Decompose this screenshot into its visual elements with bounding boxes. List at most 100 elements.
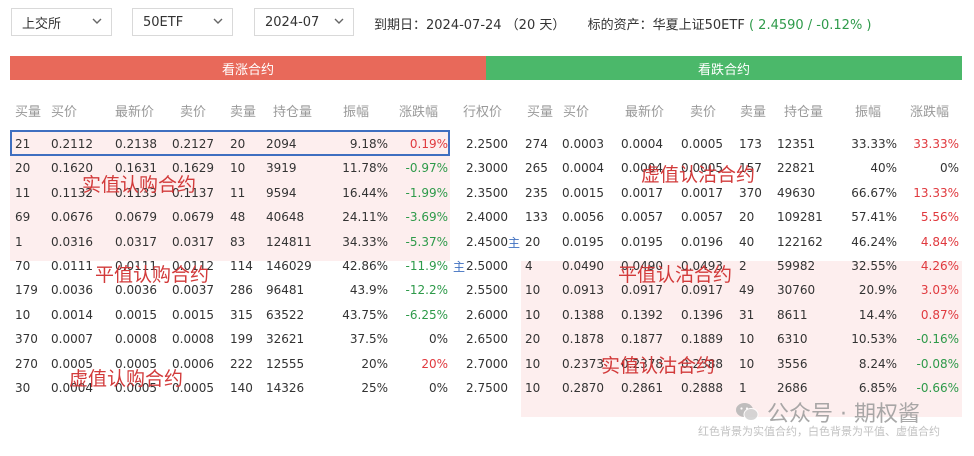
put-cell: 5.56% bbox=[920, 210, 959, 225]
put-cell: -0.16% bbox=[916, 332, 959, 347]
put-cell: 20 bbox=[525, 332, 541, 347]
put-cell: 173 bbox=[739, 137, 762, 151]
call-cell: 11.78% bbox=[342, 161, 388, 176]
call-cell: 96481 bbox=[266, 283, 305, 298]
call-cell: 70 bbox=[15, 259, 31, 273]
put-cell: 274 bbox=[525, 137, 548, 151]
put-cell: 0.0490 bbox=[562, 259, 604, 273]
call-cell: 69 bbox=[15, 210, 31, 225]
table-row[interactable]: 1 0.0316 0.0317 0.0317 83 124811 34.33% -5.37% 2… bbox=[0, 230, 974, 254]
call-header-5: 持仓量 bbox=[273, 105, 313, 120]
call-cell: 0.0006 bbox=[172, 356, 214, 371]
put-cell: 57.41% bbox=[851, 210, 897, 225]
put-cell: 6310 bbox=[777, 332, 808, 347]
put-cell: 4 bbox=[525, 259, 533, 273]
put-cell: 10 bbox=[525, 356, 541, 371]
put-cell: 122162 bbox=[777, 234, 823, 249]
call-cell: 12555 bbox=[266, 356, 305, 371]
strike-cell: 2.6000 bbox=[466, 307, 508, 322]
table-row[interactable]: 179 0.0036 0.0036 0.0037 286 96481 43.9% -12.2%… bbox=[0, 278, 974, 302]
call-cell: 0.0005 bbox=[172, 381, 214, 395]
call-cell: 0.1629 bbox=[172, 161, 214, 176]
exchange-value: 上交所 bbox=[22, 16, 62, 32]
put-tab[interactable]: 看跌合约 bbox=[486, 56, 962, 80]
product-select[interactable]: 50ETF bbox=[132, 8, 233, 36]
put-cell: 370 bbox=[739, 185, 762, 200]
put-cell: 10 bbox=[739, 332, 755, 347]
put-cell: 59982 bbox=[777, 259, 816, 273]
call-cell: -5.37% bbox=[405, 234, 448, 249]
put-cell: 0.1877 bbox=[621, 332, 663, 347]
call-cell: 0.0005 bbox=[51, 356, 93, 371]
call-cell: 24.11% bbox=[342, 210, 388, 225]
call-tab-label: 看涨合约 bbox=[221, 62, 274, 78]
put-cell: 0.0057 bbox=[681, 210, 723, 225]
strike-header: 行权价 bbox=[463, 105, 503, 120]
put-cell: 10 bbox=[525, 283, 541, 298]
call-cell: 25% bbox=[361, 381, 388, 395]
month-select[interactable]: 2024-07 bbox=[254, 8, 354, 36]
put-cell: 20.9% bbox=[858, 283, 897, 298]
call-tab[interactable]: 看涨合约 bbox=[10, 56, 486, 80]
put-cell: 30760 bbox=[777, 283, 816, 298]
put-cell: 12351 bbox=[777, 137, 816, 151]
product-value: 50ETF bbox=[143, 14, 184, 30]
call-cell: 40648 bbox=[266, 210, 305, 225]
exchange-select[interactable]: 上交所 bbox=[11, 8, 112, 36]
put-cell: 33.33% bbox=[851, 137, 897, 151]
table-row[interactable]: 20 0.1620 0.1631 0.1629 10 3919 11.78% -0.97% 2.… bbox=[0, 156, 974, 180]
call-cell: 0.0112 bbox=[172, 259, 214, 273]
put-cell: 22821 bbox=[777, 161, 816, 176]
put-cell: 20 bbox=[525, 234, 541, 249]
put-cell: 0.1396 bbox=[681, 307, 723, 322]
call-header-2: 最新价 bbox=[115, 105, 155, 120]
put-cell: 0.0917 bbox=[621, 283, 663, 298]
call-cell: 63522 bbox=[266, 307, 305, 322]
strike-cell: 2.3000 bbox=[466, 161, 508, 176]
call-cell: 0.0004 bbox=[51, 381, 93, 395]
put-cell: 109281 bbox=[777, 210, 823, 225]
wechat-icon bbox=[736, 403, 759, 421]
table-row[interactable]: 11 0.1132 0.1133 0.1137 11 9594 16.44% -1.99% 2.… bbox=[0, 181, 974, 205]
call-cell: 0.0015 bbox=[172, 307, 214, 322]
put-cell: 157 bbox=[739, 161, 762, 176]
put-cell: 32.55% bbox=[851, 259, 897, 273]
table-row[interactable]: 70 0.0111 0.0111 0.0112 114 146029 42.86% -11.9… bbox=[0, 254, 974, 278]
call-cell: 3919 bbox=[266, 161, 297, 176]
call-header-1: 买价 bbox=[51, 105, 78, 120]
put-cell: 0.1388 bbox=[562, 307, 604, 322]
call-cell: 0.0317 bbox=[172, 234, 214, 249]
strike-cell: 2.4000 bbox=[466, 210, 508, 225]
call-cell: 0.1620 bbox=[51, 161, 93, 176]
put-cell: 0.1392 bbox=[621, 307, 663, 322]
put-header-1: 买价 bbox=[563, 105, 590, 120]
put-cell: 49630 bbox=[777, 185, 816, 200]
call-cell: 0.0015 bbox=[115, 307, 157, 322]
table-row[interactable]: 270 0.0005 0.0005 0.0006 222 12555 20% 20% 2.700… bbox=[0, 352, 974, 376]
strike-cell: 2.6500 bbox=[466, 332, 508, 347]
call-cell: 0.1132 bbox=[51, 185, 93, 200]
put-cell: 0.1889 bbox=[681, 332, 723, 347]
put-cell: 0% bbox=[939, 161, 959, 176]
call-cell: 83 bbox=[230, 234, 246, 249]
put-cell: 0.2888 bbox=[681, 381, 723, 395]
table-row[interactable]: 10 0.0014 0.0015 0.0015 315 63522 43.75% -6.25%… bbox=[0, 303, 974, 327]
expiry-text: 到期日：2024-07-24 （20 天） bbox=[374, 18, 566, 33]
put-cell: 0.0004 bbox=[621, 161, 663, 176]
call-cell: 0.0008 bbox=[115, 332, 157, 347]
call-cell: 48 bbox=[230, 210, 246, 225]
put-cell: 235 bbox=[525, 185, 548, 200]
put-cell: 6.85% bbox=[858, 381, 897, 395]
call-cell: 0.0008 bbox=[172, 332, 214, 347]
put-cell: 31 bbox=[739, 307, 755, 322]
call-cell: 315 bbox=[230, 307, 253, 322]
call-cell: 1 bbox=[15, 234, 23, 249]
table-row[interactable]: 69 0.0676 0.0679 0.0679 48 40648 24.11% -3.69% 2… bbox=[0, 205, 974, 229]
table-row[interactable]: 370 0.0007 0.0008 0.0008 199 32621 37.5% 0% 2.65… bbox=[0, 327, 974, 351]
put-cell: 14.4% bbox=[858, 307, 897, 322]
call-cell: 222 bbox=[230, 356, 253, 371]
put-header-0: 买量 bbox=[527, 105, 554, 120]
put-cell: 20 bbox=[739, 210, 755, 225]
call-cell: -6.25% bbox=[405, 307, 448, 322]
call-cell: -3.69% bbox=[405, 210, 448, 225]
